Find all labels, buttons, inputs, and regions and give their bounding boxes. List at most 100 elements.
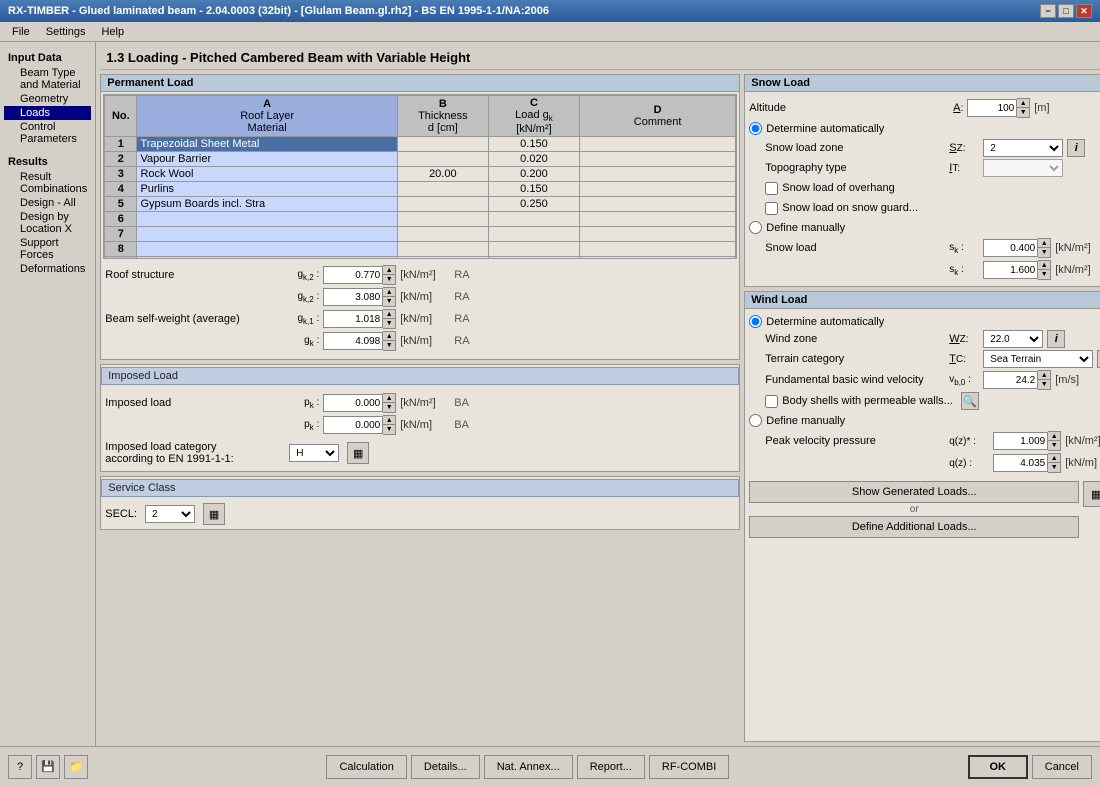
cell-2-a[interactable]: Vapour Barrier	[137, 152, 397, 167]
cell-2-c[interactable]: 0.020	[488, 152, 579, 167]
body-shells-search-btn[interactable]: 🔍	[961, 392, 979, 410]
cell-1-d[interactable]	[580, 137, 736, 152]
imposed-category-select[interactable]: HABCDE	[289, 444, 339, 462]
minimize-button[interactable]: −	[1040, 4, 1056, 18]
cell-3-c[interactable]: 0.200	[488, 167, 579, 182]
pk-spinner1[interactable]: ▲ ▼	[323, 393, 396, 413]
gk2-down1[interactable]: ▼	[383, 275, 395, 284]
gk2-up1[interactable]: ▲	[383, 266, 395, 275]
pk-input1[interactable]	[323, 394, 383, 412]
menu-settings[interactable]: Settings	[38, 24, 94, 40]
show-generated-loads-button[interactable]: Show Generated Loads...	[749, 481, 1079, 503]
cell-3-d[interactable]	[580, 167, 736, 182]
wind-auto-radio[interactable]	[749, 315, 762, 328]
snow-overhang-check[interactable]	[765, 182, 778, 195]
sk-spinner1[interactable]: ▲ ▼	[983, 238, 1051, 258]
gk2-spinner1[interactable]: ▲ ▼	[323, 265, 396, 285]
sk-spinner2[interactable]: ▲ ▼	[983, 260, 1051, 280]
vb-input[interactable]	[983, 371, 1038, 389]
cell-2-b[interactable]	[397, 152, 488, 167]
gk-down[interactable]: ▼	[383, 341, 395, 350]
sk-down2[interactable]: ▼	[1038, 270, 1050, 279]
sk-input1[interactable]	[983, 239, 1038, 257]
ok-button[interactable]: OK	[968, 755, 1028, 779]
sk-up1[interactable]: ▲	[1038, 239, 1050, 248]
save-button[interactable]: 💾	[36, 755, 60, 779]
qz-spinner1[interactable]: ▲ ▼	[993, 431, 1061, 451]
qz-up2[interactable]: ▲	[1048, 454, 1060, 463]
qz-down1[interactable]: ▼	[1048, 441, 1060, 450]
pk-up2[interactable]: ▲	[383, 416, 395, 425]
define-additional-loads-button[interactable]: Define Additional Loads...	[749, 516, 1079, 538]
vb-down[interactable]: ▼	[1038, 380, 1050, 389]
cell-8-b[interactable]	[397, 242, 488, 257]
sidebar-item-geometry[interactable]: Geometry	[4, 92, 91, 106]
topography-select[interactable]	[983, 159, 1063, 177]
gk2-input1[interactable]	[323, 266, 383, 284]
rf-combi-button[interactable]: RF-COMBI	[649, 755, 729, 779]
gk2-input2[interactable]	[323, 288, 383, 306]
cell-7-d[interactable]	[580, 227, 736, 242]
sidebar-item-beam-type[interactable]: Beam Type and Material	[4, 66, 91, 92]
cell-6-a[interactable]	[137, 212, 397, 227]
qz-spinner2[interactable]: ▲ ▼	[993, 453, 1061, 473]
wind-manual-radio[interactable]	[749, 414, 762, 427]
sk-input2[interactable]	[983, 261, 1038, 279]
gk-spinner[interactable]: ▲ ▼	[323, 331, 396, 351]
menu-help[interactable]: Help	[93, 24, 132, 40]
gk2-up2[interactable]: ▲	[383, 288, 395, 297]
sidebar-item-design-x[interactable]: Design by Location X	[4, 210, 91, 236]
cell-5-b[interactable]	[397, 197, 488, 212]
altitude-down[interactable]: ▼	[1017, 108, 1029, 117]
gk1-down[interactable]: ▼	[383, 319, 395, 328]
cell-4-b[interactable]	[397, 182, 488, 197]
cell-6-d[interactable]	[580, 212, 736, 227]
pk-down2[interactable]: ▼	[383, 425, 395, 434]
sidebar-item-design-all[interactable]: Design - All	[4, 196, 91, 210]
cell-3-b[interactable]: 20.00	[397, 167, 488, 182]
altitude-up[interactable]: ▲	[1017, 99, 1029, 108]
details-button[interactable]: Details...	[411, 755, 480, 779]
snow-guard-check[interactable]	[765, 202, 778, 215]
maximize-button[interactable]: □	[1058, 4, 1074, 18]
gk2-spinner2[interactable]: ▲ ▼	[323, 287, 396, 307]
close-button[interactable]: ✕	[1076, 4, 1092, 18]
cell-2-d[interactable]	[580, 152, 736, 167]
gk2-down2[interactable]: ▼	[383, 297, 395, 306]
cell-4-a[interactable]: Purlins	[137, 182, 397, 197]
cell-7-a[interactable]	[137, 227, 397, 242]
sidebar-item-control[interactable]: Control Parameters	[4, 120, 91, 146]
gk-input[interactable]	[323, 332, 383, 350]
help-button[interactable]: ?	[8, 755, 32, 779]
sk-up2[interactable]: ▲	[1038, 261, 1050, 270]
cell-8-a[interactable]	[137, 242, 397, 257]
vb-up[interactable]: ▲	[1038, 371, 1050, 380]
report-button[interactable]: Report...	[577, 755, 645, 779]
cell-5-c[interactable]: 0.250	[488, 197, 579, 212]
open-button[interactable]: 📁	[64, 755, 88, 779]
gk-up[interactable]: ▲	[383, 332, 395, 341]
cell-4-c[interactable]: 0.150	[488, 182, 579, 197]
qz-input2[interactable]	[993, 454, 1048, 472]
secl-icon-btn[interactable]: ▦	[203, 503, 225, 525]
nat-annex-button[interactable]: Nat. Annex...	[484, 755, 573, 779]
cell-7-c[interactable]	[488, 227, 579, 242]
terrain-category-select[interactable]: Sea Terrain Flat Country Rough Country C…	[983, 350, 1093, 368]
menu-file[interactable]: File	[4, 24, 38, 40]
sidebar-item-deformations[interactable]: Deformations	[4, 262, 91, 276]
snow-manual-radio[interactable]	[749, 221, 762, 234]
cell-3-a[interactable]: Rock Wool	[137, 167, 397, 182]
wind-zone-select[interactable]: 22.023.024.025.0	[983, 330, 1043, 348]
cell-8-c[interactable]	[488, 242, 579, 257]
calculation-button[interactable]: Calculation	[326, 755, 406, 779]
sidebar-item-result-combinations[interactable]: Result Combinations	[4, 170, 91, 196]
cell-1-c[interactable]: 0.150	[488, 137, 579, 152]
pk-spinner2[interactable]: ▲ ▼	[323, 415, 396, 435]
wind-zone-info-btn[interactable]: i	[1047, 330, 1065, 348]
cell-5-a[interactable]: Gypsum Boards incl. Stra	[137, 197, 397, 212]
snow-zone-info-btn[interactable]: i	[1067, 139, 1085, 157]
sidebar-item-support-forces[interactable]: Support Forces	[4, 236, 91, 262]
cell-6-c[interactable]	[488, 212, 579, 227]
pk-down1[interactable]: ▼	[383, 403, 395, 412]
qz-down2[interactable]: ▼	[1048, 463, 1060, 472]
